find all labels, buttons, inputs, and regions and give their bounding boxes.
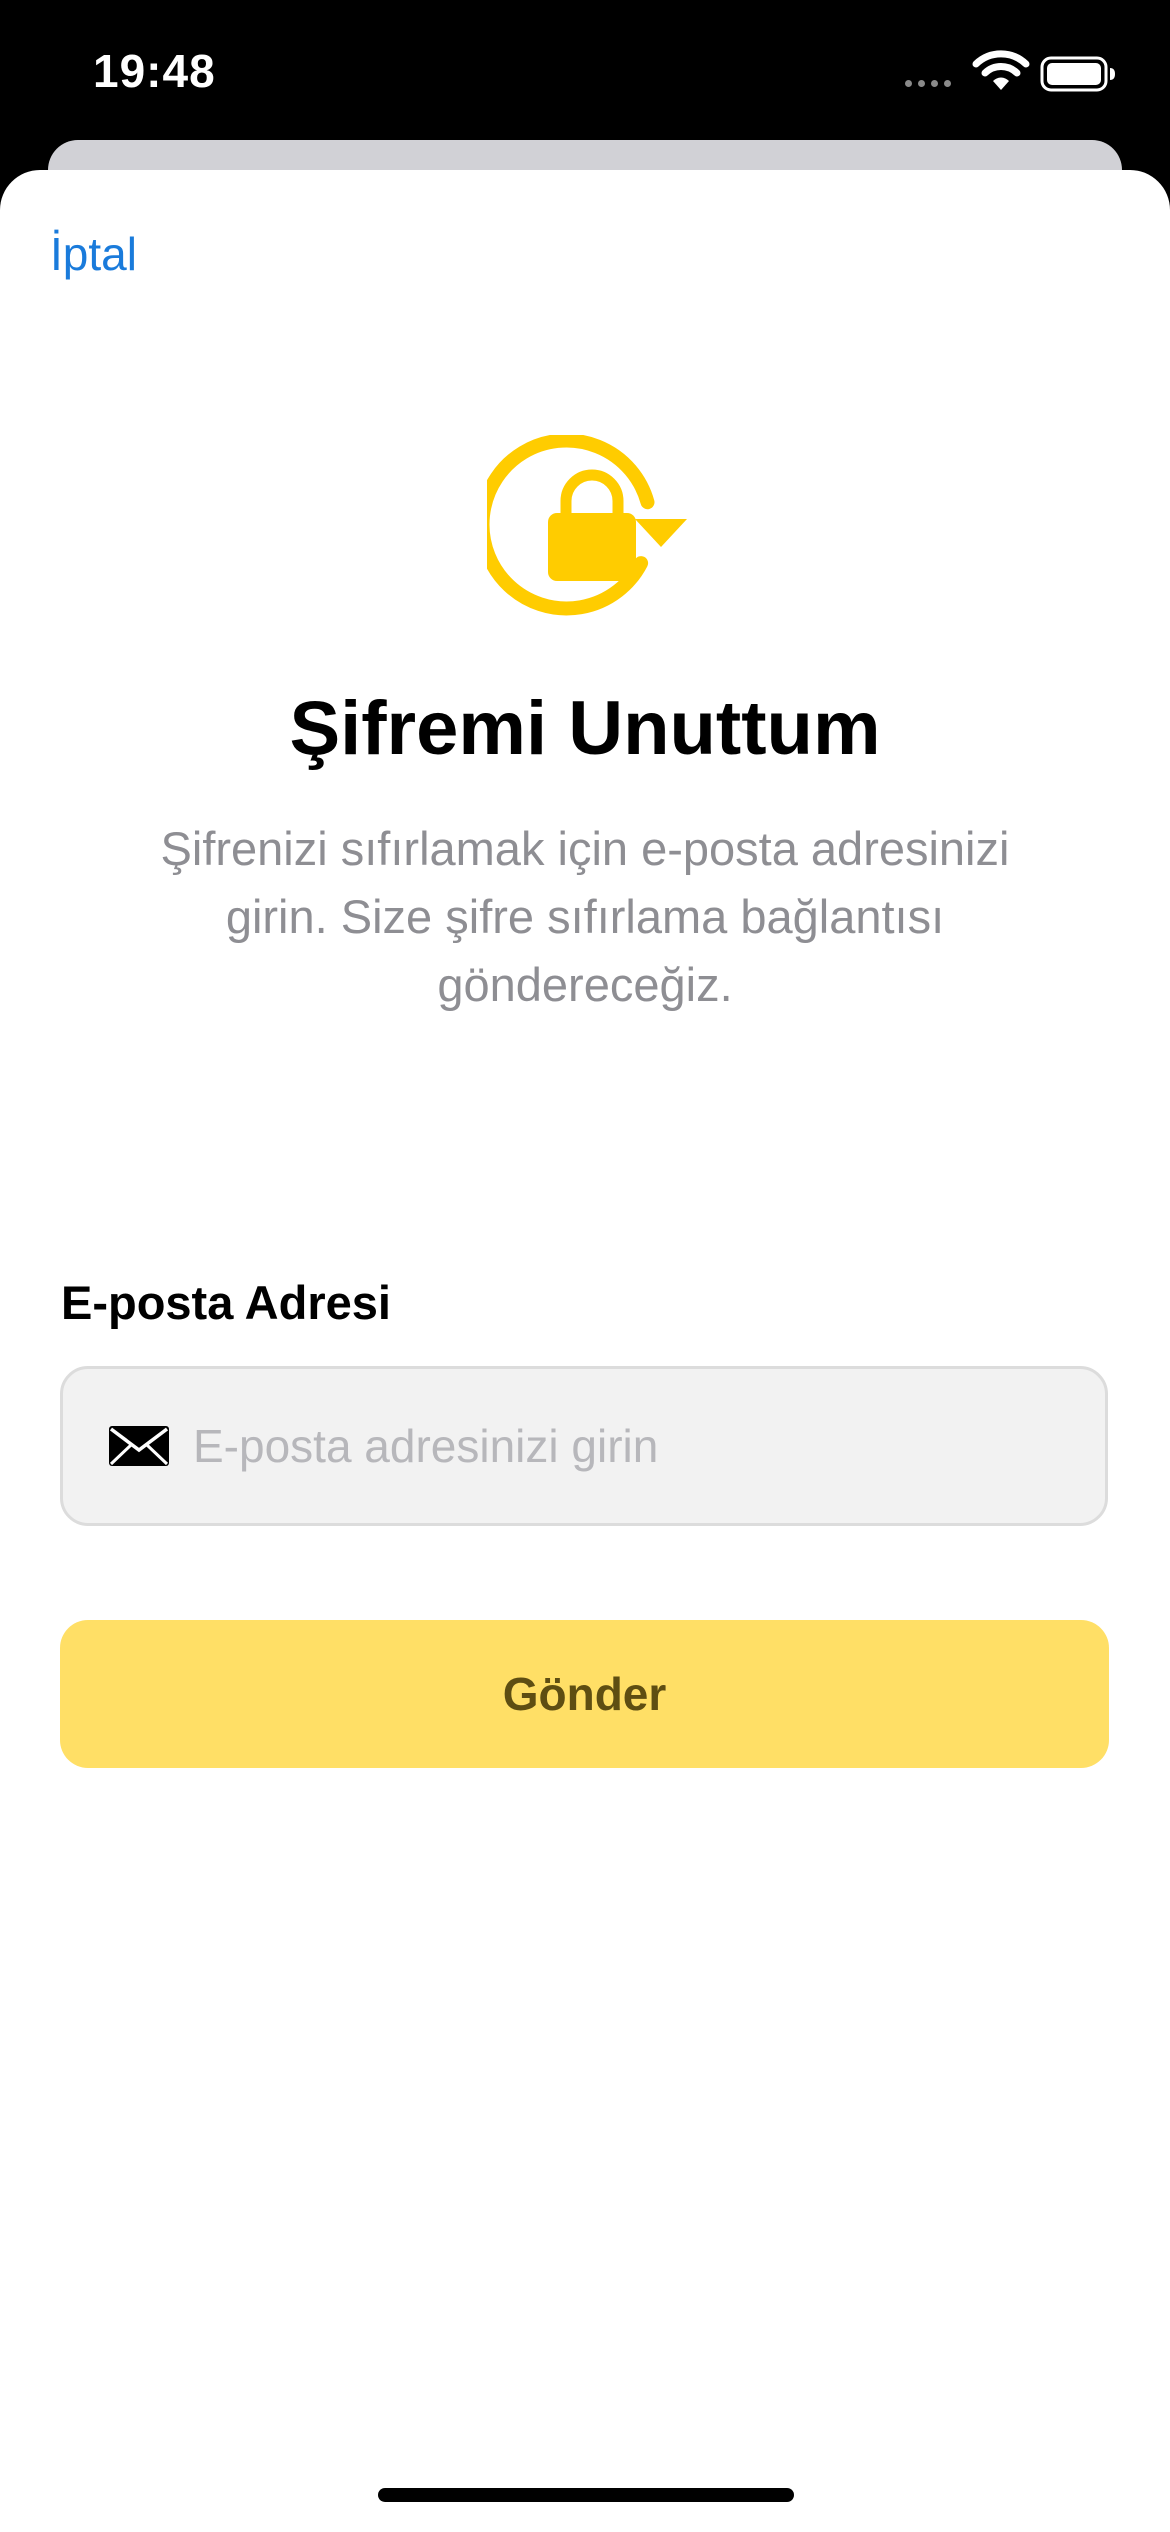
forgot-password-sheet: İptal Şifremi Unuttum Şifrenizi sıfırlam…	[0, 170, 1170, 2532]
page-description: Şifrenizi sıfırlamak için e-posta adresi…	[160, 822, 1010, 1011]
page-title: Şifremi Unuttum	[289, 686, 881, 771]
cancel-button[interactable]: İptal	[50, 227, 137, 281]
wifi-icon	[972, 50, 1030, 90]
status-time: 19:48	[93, 45, 216, 97]
lock-reset-icon	[487, 435, 687, 616]
email-field[interactable]	[60, 1366, 1108, 1526]
envelope-icon	[109, 1426, 169, 1466]
home-indicator	[378, 2488, 794, 2502]
send-button[interactable]: Gönder	[60, 1620, 1109, 1768]
cellular-signal-icon	[905, 80, 951, 87]
email-field-label: E-posta Adresi	[61, 1276, 391, 1329]
status-bar: 19:48	[0, 0, 1170, 150]
battery-icon	[1040, 56, 1115, 92]
email-input[interactable]	[193, 1419, 1053, 1473]
